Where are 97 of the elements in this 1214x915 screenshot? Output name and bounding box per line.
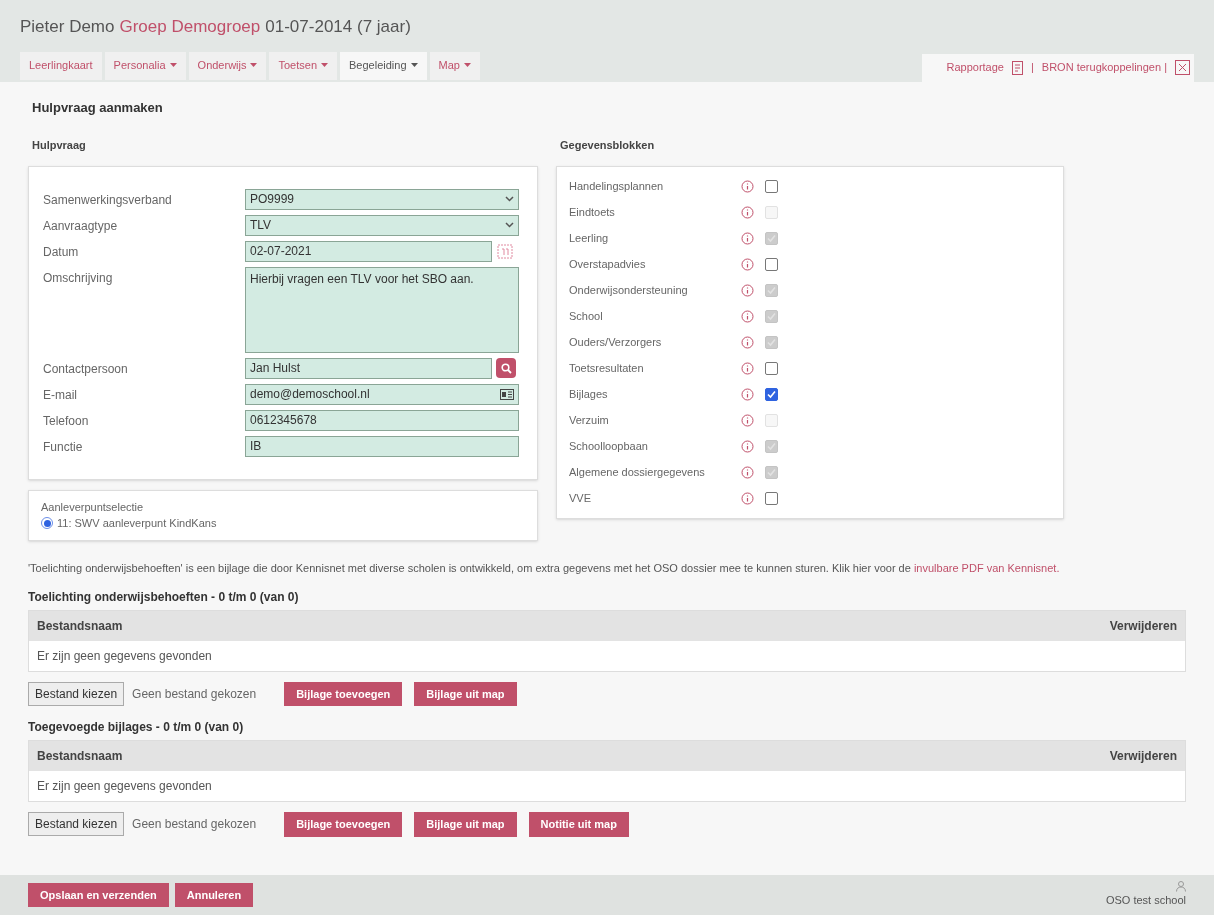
column-header: Verwijderen (1109, 617, 1177, 635)
info-icon[interactable] (741, 205, 754, 219)
attachment-button[interactable]: Bijlage uit map (414, 812, 517, 837)
user-icon (1176, 881, 1186, 893)
field-label: Datum (43, 243, 80, 261)
radio-button[interactable] (41, 517, 53, 530)
info-icon[interactable] (741, 309, 754, 323)
search-icon (500, 362, 512, 374)
attachment-button[interactable]: Bijlage toevoegen (284, 681, 403, 706)
birth-date: 01-07-2014 (7 jaar) (265, 16, 411, 38)
text-field[interactable]: 0612345678 (245, 409, 519, 431)
school-name: OSO test school (1105, 893, 1186, 909)
nav-tab[interactable]: Begeleiding (340, 51, 427, 80)
info-icon[interactable] (741, 283, 754, 297)
block-label: Overstapadvies (569, 256, 647, 272)
field-label: Telefoon (43, 412, 90, 430)
attachment-button[interactable]: Bijlage uit map (414, 681, 517, 706)
info-icon[interactable] (741, 335, 754, 349)
chevron-icon (505, 196, 514, 202)
nav-tab[interactable]: Personalia (104, 51, 186, 80)
block-label: Bijlages (569, 386, 609, 402)
checkbox[interactable] (765, 491, 778, 505)
close-icon[interactable] (1175, 60, 1190, 75)
attachment-button[interactable]: Notitie uit map (528, 812, 629, 837)
blocks-heading: Gegevensblokken (560, 138, 656, 153)
report-link[interactable]: Rapportage (946, 59, 1004, 76)
attachment-button[interactable]: Bijlage toevoegen (284, 812, 403, 837)
file-status: Geen bestand gekozen (132, 816, 257, 834)
info-icon[interactable] (741, 387, 754, 401)
checkbox[interactable] (765, 361, 778, 375)
nav-tab[interactable]: Toetsen (269, 51, 337, 80)
chevron-icon (505, 222, 514, 228)
checkbox[interactable] (765, 257, 778, 271)
block-label: School (569, 308, 604, 324)
checkbox[interactable] (765, 179, 778, 193)
group-link[interactable]: Groep Demogroep (119, 14, 261, 40)
block-label: Handelingsplannen (569, 178, 665, 194)
footer-button[interactable]: Annuleren (174, 882, 254, 908)
info-icon[interactable] (741, 257, 754, 271)
info-icon[interactable] (741, 231, 754, 245)
nav-tab[interactable]: Leerlingkaart (20, 51, 102, 80)
bron-link[interactable]: BRON terugkoppelingen | (1041, 59, 1167, 76)
block-label: Eindtoets (569, 204, 616, 220)
check-icon (767, 389, 776, 399)
section-title: Toelichting onderwijsbehoeften - 0 t/m 0 (van 0) (28, 588, 300, 606)
info-icon[interactable] (741, 491, 754, 505)
info-icon[interactable] (741, 413, 754, 427)
empty-message: Er zijn geen gegevens gevonden (36, 778, 213, 795)
select-field[interactable]: PO9999 (245, 188, 519, 210)
email-field[interactable]: demo@demoschool.nl (245, 383, 519, 405)
search-button[interactable] (496, 358, 516, 378)
file-status: Geen bestand gekozen (132, 685, 257, 703)
field-label: Aanvraagtype (43, 217, 119, 235)
text-field[interactable]: IB (245, 435, 519, 457)
block-label: Schoolloopbaan (569, 438, 649, 454)
checkbox[interactable] (765, 387, 778, 401)
empty-message: Er zijn geen gegevens gevonden (36, 647, 213, 665)
section-title: Toegevoegde bijlages - 0 t/m 0 (van 0) (28, 719, 245, 736)
block-label: Ouders/Verzorgers (569, 334, 663, 350)
info-icon[interactable] (741, 179, 754, 193)
info-icon[interactable] (741, 361, 754, 375)
page-title: Hulpvraag aanmaken (32, 98, 164, 117)
radio-label: 11: SWV aanleverpunt KindKans (57, 516, 217, 531)
column-header: Verwijderen (1109, 748, 1177, 765)
select-field[interactable]: TLV (245, 214, 519, 236)
date-field[interactable]: 02-07-2021 (245, 240, 492, 262)
column-header: Bestandsnaam (37, 748, 123, 765)
footer-button[interactable]: Opslaan en verzenden (28, 882, 169, 908)
column-header: Bestandsnaam (37, 617, 123, 635)
block-label: Leerling (569, 230, 610, 246)
field-label: Omschrijving (43, 269, 114, 287)
delivery-label: Aanleverpuntselectie (41, 499, 145, 515)
block-label: Algemene dossiergegevens (569, 464, 706, 480)
block-label: VVE (569, 490, 592, 506)
block-label: Verzuim (569, 412, 610, 428)
contact-card-icon (500, 388, 514, 400)
field-label: Samenwerkingsverband (43, 191, 173, 209)
choose-file-button[interactable]: Bestand kiezen (28, 812, 125, 837)
choose-file-button[interactable]: Bestand kiezen (28, 681, 125, 706)
student-name: Pieter Demo (20, 16, 115, 38)
calendar-icon[interactable] (496, 242, 514, 260)
contact-field[interactable]: Jan Hulst (245, 357, 492, 379)
form-heading: Hulpvraag (32, 138, 87, 153)
pdf-link[interactable]: invulbare PDF van Kennisnet. (913, 561, 1060, 574)
separator: | (1031, 60, 1034, 76)
document-icon[interactable] (1012, 60, 1023, 75)
field-label: Functie (43, 438, 84, 456)
block-label: Onderwijsondersteuning (569, 282, 689, 298)
field-label: Contactpersoon (43, 360, 129, 378)
field-label: E-mail (43, 386, 78, 404)
nav-tab[interactable]: Onderwijs (188, 51, 267, 80)
nav-tab[interactable]: Map (429, 51, 480, 80)
info-paragraph: 'Toelichting onderwijsbehoeften' is een bijlage die door Kennisnet met diverse scholen is ontwikkeld, om extra gegevens met het OSO dossier mee te kunnen sturen. Klik hier voor de invulbare PDF van Kennisnet. (28, 560, 1061, 576)
block-label: Toetsresultaten (569, 360, 645, 376)
info-icon[interactable] (741, 465, 754, 479)
info-icon[interactable] (741, 439, 754, 453)
description-field[interactable]: Hierbij vragen een TLV voor het SBO aan. (245, 266, 519, 353)
